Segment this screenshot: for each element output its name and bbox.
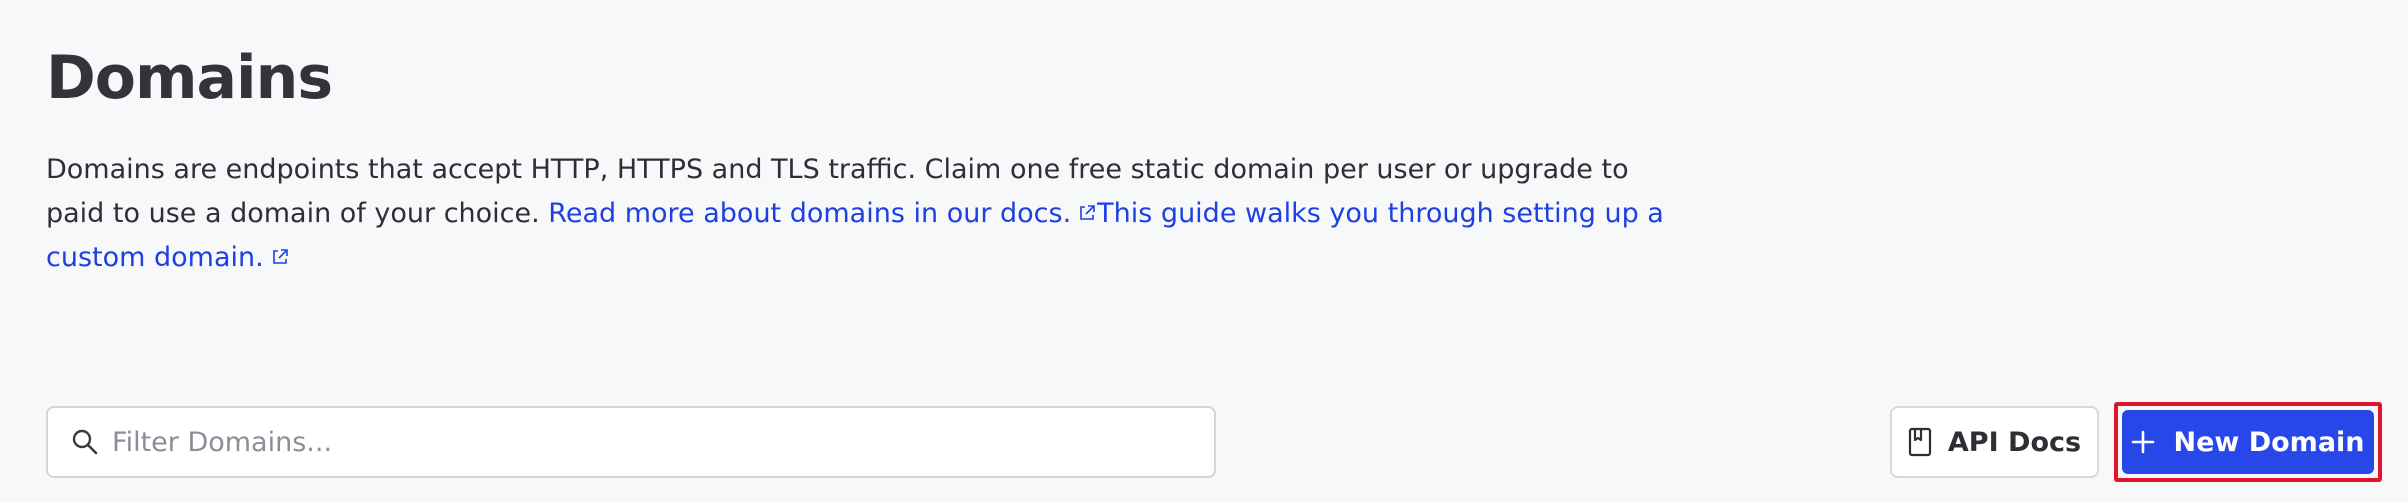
filter-domains-field[interactable] (46, 406, 1216, 478)
page-title: Domains (46, 43, 333, 113)
external-link-icon (1077, 203, 1097, 223)
filter-domains-input[interactable] (112, 426, 1192, 458)
docs-link[interactable]: Read more about domains in our docs. (548, 198, 1097, 229)
plus-icon (2132, 430, 2155, 454)
new-domain-label: New Domain (2173, 426, 2365, 458)
page-description: Domains are endpoints that accept HTTP, … (46, 148, 1666, 280)
new-domain-highlight: New Domain (2114, 402, 2382, 482)
external-link-icon (270, 247, 290, 267)
search-icon (72, 429, 98, 455)
api-docs-label: API Docs (1947, 426, 2082, 458)
book-icon (1908, 427, 1932, 457)
new-domain-button[interactable]: New Domain (2122, 410, 2374, 474)
api-docs-button[interactable]: API Docs (1890, 406, 2099, 478)
